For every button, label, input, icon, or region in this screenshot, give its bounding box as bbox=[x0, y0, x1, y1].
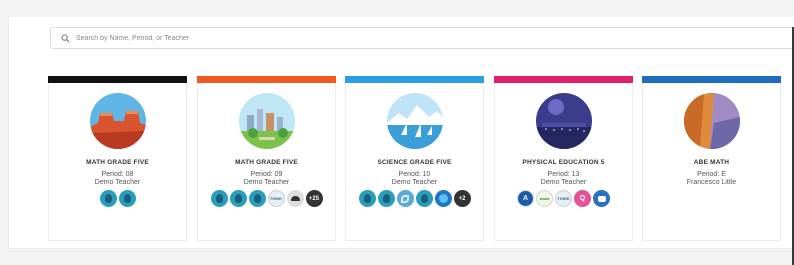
class-title: MATH GRADE FIVE bbox=[235, 159, 298, 166]
card-color-bar bbox=[642, 76, 781, 83]
class-artwork bbox=[90, 93, 146, 149]
class-artwork bbox=[239, 93, 295, 149]
class-title: SCIENCE GRADE FIVE bbox=[377, 159, 452, 166]
class-period: Period: 13 bbox=[547, 171, 580, 178]
brain-app-icon[interactable] bbox=[377, 190, 395, 207]
class-teacher: Demo Teacher bbox=[243, 179, 290, 186]
think-app-icon[interactable]: THINK bbox=[267, 190, 285, 207]
class-period: Period: E bbox=[697, 171, 726, 178]
card-color-bar bbox=[197, 76, 336, 83]
class-period: Period: 09 bbox=[250, 171, 283, 178]
class-period: Period: 08 bbox=[101, 171, 134, 178]
class-artwork bbox=[684, 93, 740, 149]
more-apps-badge[interactable]: +2 bbox=[453, 190, 471, 207]
card-color-bar bbox=[345, 76, 484, 83]
search-bar[interactable] bbox=[50, 27, 794, 49]
brain-app-icon[interactable] bbox=[415, 190, 433, 207]
class-period: Period: 10 bbox=[398, 171, 431, 178]
brain-app-icon[interactable] bbox=[358, 190, 376, 207]
brain-app-icon[interactable] bbox=[99, 190, 117, 207]
class-title: MATH GRADE FIVE bbox=[86, 159, 149, 166]
class-teacher: Demo Teacher bbox=[540, 179, 587, 186]
cloud-app-icon[interactable] bbox=[286, 190, 304, 207]
brain-app-icon[interactable] bbox=[229, 190, 247, 207]
card-color-bar bbox=[494, 76, 633, 83]
class-artwork bbox=[536, 93, 592, 149]
a-app-icon[interactable]: A bbox=[517, 190, 534, 207]
search-input[interactable] bbox=[74, 28, 794, 48]
more-apps-badge[interactable]: +25 bbox=[305, 190, 323, 207]
class-artwork bbox=[387, 93, 443, 149]
app-list: +2 bbox=[346, 190, 483, 207]
leaf-app-icon[interactable] bbox=[396, 190, 414, 207]
class-title: ABE MATH bbox=[693, 159, 730, 166]
brain-app-icon[interactable] bbox=[210, 190, 228, 207]
class-card-math-grade-five-08[interactable]: MATH GRADE FIVE Period: 08 Demo Teacher bbox=[48, 76, 187, 241]
q-app-icon[interactable]: Q bbox=[574, 190, 591, 207]
brain-app-icon[interactable] bbox=[248, 190, 266, 207]
class-teacher: Demo Teacher bbox=[391, 179, 438, 186]
globe-app-icon[interactable] bbox=[434, 190, 452, 207]
card-color-bar bbox=[48, 76, 187, 83]
smart-app-icon[interactable]: smart bbox=[536, 190, 553, 207]
think-app-icon[interactable]: THINK bbox=[555, 190, 572, 207]
class-card-physical-education-5[interactable]: PHYSICAL EDUCATION 5 Period: 13 Demo Tea… bbox=[494, 76, 633, 241]
class-card-science-grade-five[interactable]: SCIENCE GRADE FIVE Period: 10 Demo Teach… bbox=[345, 76, 484, 241]
class-card-math-grade-five-09[interactable]: MATH GRADE FIVE Period: 09 Demo Teacher … bbox=[197, 76, 336, 241]
class-teacher: Francesco Little bbox=[686, 179, 737, 186]
top-band bbox=[0, 0, 794, 17]
class-teacher: Demo Teacher bbox=[94, 179, 141, 186]
search-icon bbox=[61, 33, 70, 42]
app-list bbox=[643, 190, 780, 207]
class-title: PHYSICAL EDUCATION 5 bbox=[522, 159, 605, 166]
app-list: THINK +25 bbox=[198, 190, 335, 207]
brain-app-icon[interactable] bbox=[118, 190, 136, 207]
app-list bbox=[49, 190, 186, 207]
class-card-abe-math[interactable]: ABE MATH Period: E Francesco Little bbox=[642, 76, 781, 241]
chat-app-icon[interactable] bbox=[593, 190, 610, 207]
app-list: A smart THINK Q bbox=[495, 190, 632, 207]
